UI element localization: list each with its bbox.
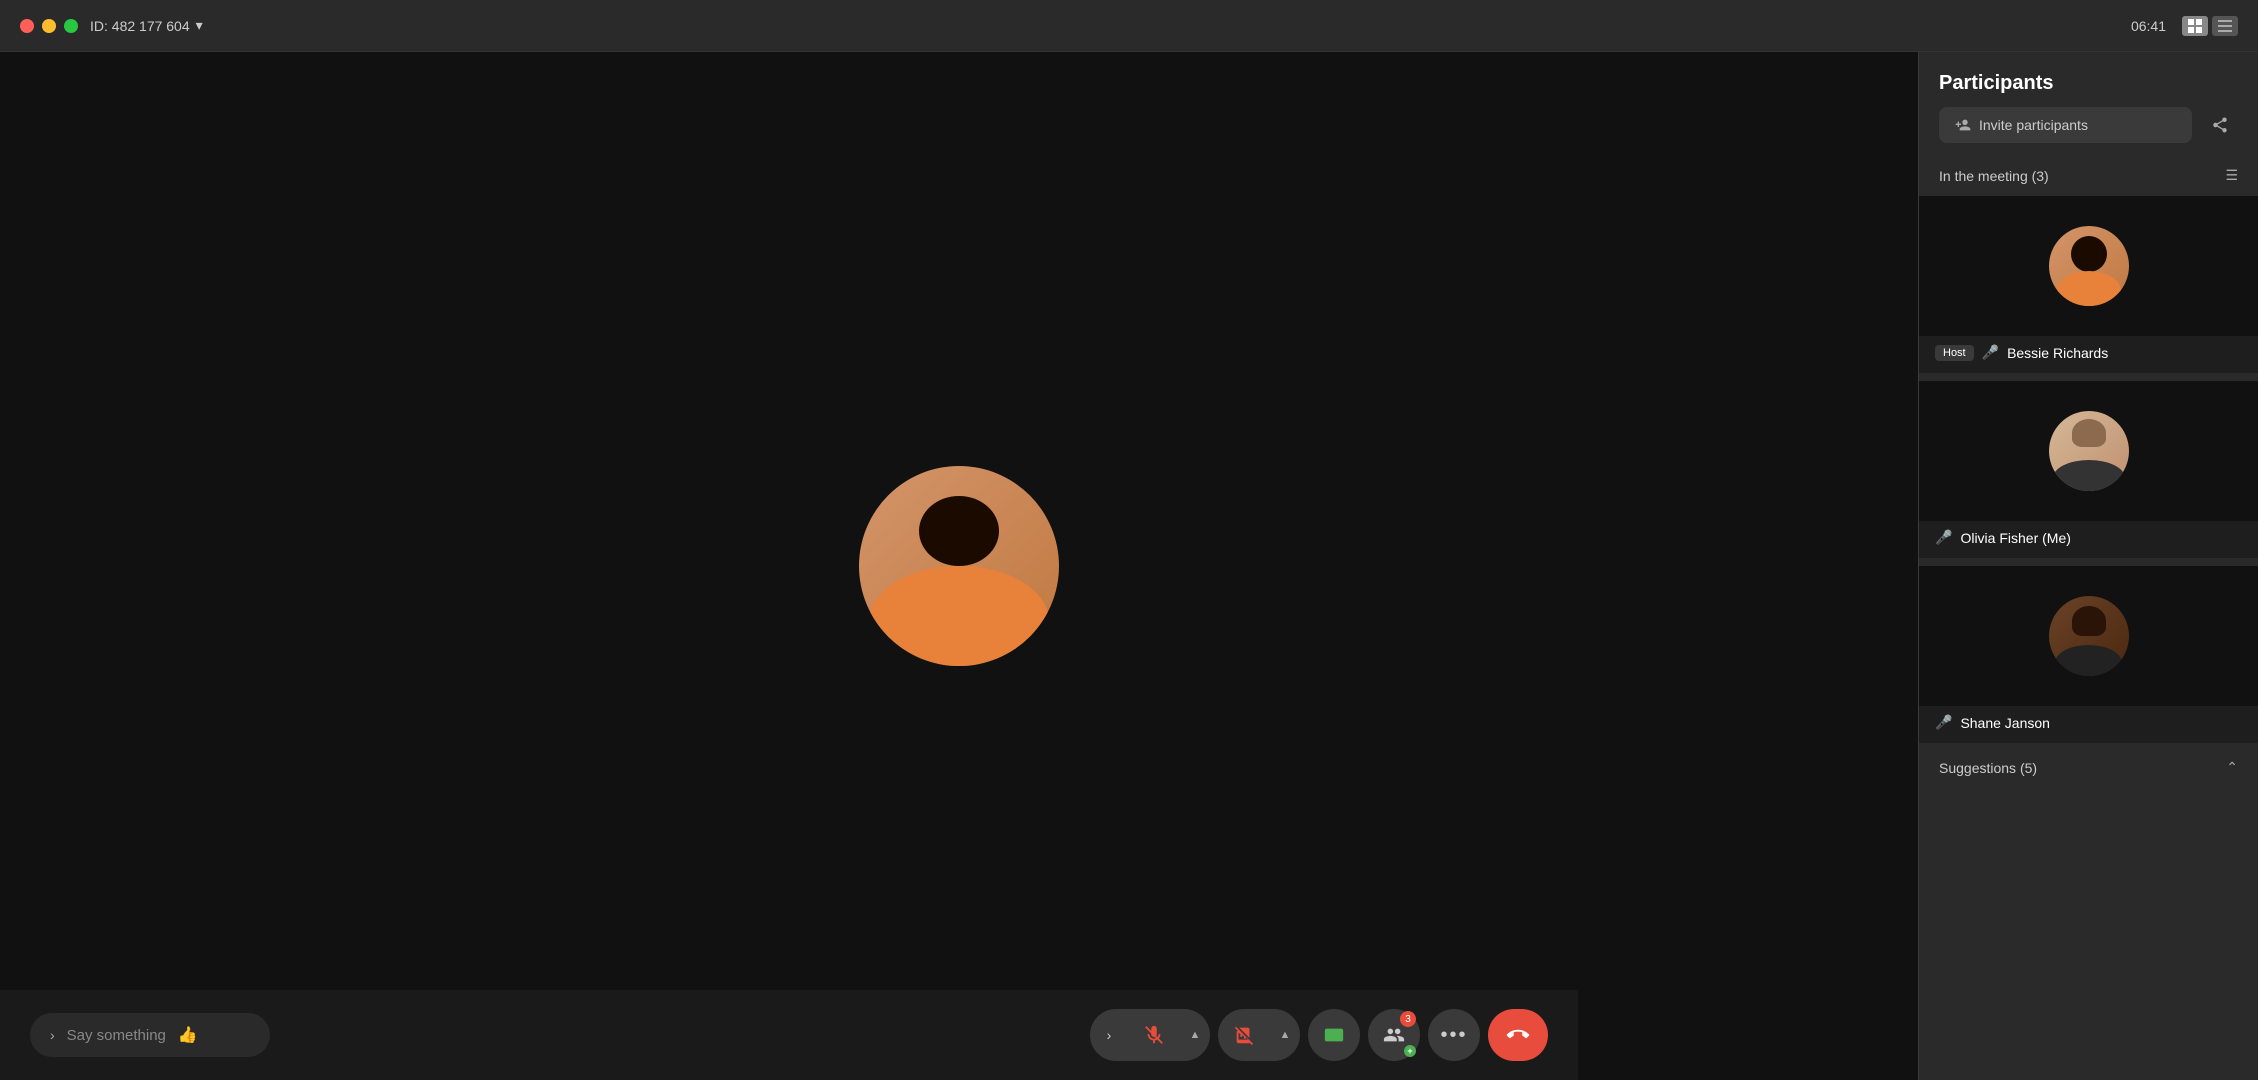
avatar-shane: [2049, 596, 2129, 676]
in-meeting-label: In the meeting (3): [1939, 168, 2049, 184]
camera-off-button[interactable]: [1218, 1009, 1270, 1061]
thumbs-up-icon[interactable]: 👍: [178, 1025, 198, 1045]
invite-label: Invite participants: [1979, 117, 2088, 133]
invite-participants-button[interactable]: Invite participants: [1939, 107, 2192, 143]
suggestions-label: Suggestions (5): [1939, 760, 2037, 776]
meeting-id-text: ID: 482 177 604: [90, 18, 190, 34]
minimize-button[interactable]: [42, 19, 56, 33]
end-call-button[interactable]: [1488, 1009, 1548, 1061]
chat-placeholder[interactable]: Say something: [67, 1027, 166, 1044]
camera-caret-icon: ▲: [1280, 1029, 1291, 1041]
participant-name-bessie: Bessie Richards: [2007, 345, 2108, 361]
titlebar-right: 06:41: [2131, 16, 2238, 36]
panel-header: Participants: [1919, 52, 2258, 107]
participants-count-badge: 3: [1400, 1011, 1416, 1027]
list-view-button[interactable]: [2212, 16, 2238, 36]
titlebar: ID: 482 177 604 ▾ 06:41: [0, 0, 2258, 52]
main-video-container: [859, 466, 1059, 666]
participants-button[interactable]: 3 +: [1368, 1009, 1420, 1061]
more-options-label: •••: [1440, 1024, 1467, 1047]
mic-expand-icon: ›: [1107, 1027, 1112, 1043]
time-display: 06:41: [2131, 18, 2166, 34]
suggestions-section-header: Suggestions (5) ⌃: [1919, 747, 2258, 788]
mute-icon-bessie: 🎤: [1982, 344, 1999, 361]
camera-caret-button[interactable]: ▲: [1270, 1009, 1300, 1061]
host-badge: Host: [1935, 345, 1974, 361]
close-button[interactable]: [20, 19, 34, 33]
participant-info-bessie: Host 🎤 Bessie Richards: [1919, 336, 2258, 361]
mute-icon-olivia: 🎤: [1935, 529, 1952, 546]
video-area: › Say something 👍 ›: [0, 52, 1918, 1080]
participant-name-olivia: Olivia Fisher (Me): [1960, 530, 2070, 546]
meeting-id-dropdown-icon[interactable]: ▾: [196, 17, 203, 34]
mute-icon-shane: 🎤: [1935, 714, 1952, 731]
controls-center: › ▲: [1090, 1009, 1548, 1061]
maximize-button[interactable]: [64, 19, 78, 33]
participant-video-olivia: [1919, 381, 2258, 521]
share-screen-button[interactable]: [1308, 1009, 1360, 1061]
list-view-icon[interactable]: ☰: [2225, 167, 2238, 184]
participants-panel: Participants Invite participants In the …: [1918, 52, 2258, 1080]
participant-name-shane: Shane Janson: [1960, 715, 2050, 731]
participant-card: 🎤 Olivia Fisher (Me): [1919, 381, 2258, 558]
mic-mute-button[interactable]: [1128, 1009, 1180, 1061]
mic-expand-button[interactable]: ›: [1090, 1009, 1128, 1061]
mic-caret-icon: ▲: [1190, 1029, 1201, 1041]
add-participant-icon: +: [1404, 1045, 1416, 1057]
chat-expand-icon[interactable]: ›: [50, 1027, 55, 1043]
grid-view-button[interactable]: [2182, 16, 2208, 36]
more-options-button[interactable]: •••: [1428, 1009, 1480, 1061]
mic-control-group: › ▲: [1090, 1009, 1210, 1061]
view-controls: [2182, 16, 2238, 36]
chat-input-area[interactable]: › Say something 👍: [30, 1013, 270, 1057]
traffic-lights: [20, 19, 78, 33]
participant-video-shane: [1919, 566, 2258, 706]
participant-card: Host 🎤 Bessie Richards: [1919, 196, 2258, 373]
main-content: › Say something 👍 ›: [0, 52, 2258, 1080]
share-invite-button[interactable]: [2202, 107, 2238, 143]
avatar-olivia: [2049, 411, 2129, 491]
camera-control-group: ▲: [1218, 1009, 1300, 1061]
in-meeting-section-header: In the meeting (3) ☰: [1919, 159, 2258, 192]
main-participant-avatar: [859, 466, 1059, 666]
avatar-bessie: [2049, 226, 2129, 306]
participant-video-bessie: [1919, 196, 2258, 336]
suggestions-collapse-button[interactable]: ⌃: [2226, 759, 2238, 776]
meeting-id: ID: 482 177 604 ▾: [90, 17, 203, 34]
bottom-bar: › Say something 👍 ›: [0, 990, 1578, 1080]
participant-card: 🎤 Shane Janson: [1919, 566, 2258, 743]
participant-info-olivia: 🎤 Olivia Fisher (Me): [1919, 521, 2258, 546]
panel-title: Participants: [1939, 72, 2053, 95]
invite-row: Invite participants: [1919, 107, 2258, 159]
titlebar-left: ID: 482 177 604 ▾: [20, 17, 203, 34]
mic-caret-button[interactable]: ▲: [1180, 1009, 1210, 1061]
participant-info-shane: 🎤 Shane Janson: [1919, 706, 2258, 731]
